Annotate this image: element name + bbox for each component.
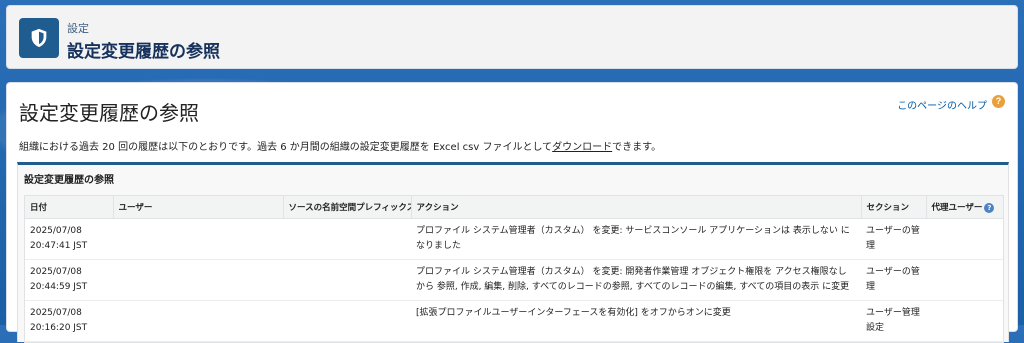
download-link[interactable]: ダウンロード — [552, 142, 612, 153]
history-section: 設定変更履歴の参照 日付 ユーザー ソースの名前空間プレフィックス アクション … — [17, 162, 1009, 343]
content-panel: 設定変更履歴の参照 このページのヘルプ ? 組織における過去 20 回の履歴は以… — [6, 82, 1018, 343]
action-cell: [拡張プロファイルユーザーインターフェースを有効化] をオフからオンに変更 — [411, 300, 861, 342]
action-cell: プロファイル システム管理者（カスタム） を変更: サービスコンソール アプリケ… — [411, 218, 861, 260]
date-cell: 2025/07/08 20:16:20 JST — [25, 300, 113, 342]
delegate-cell — [926, 300, 1003, 342]
row-time: 20:47:41 JST — [30, 241, 88, 251]
description-text: 組織における過去 20 回の履歴は以下のとおりです。過去 6 か月間の組織の設定… — [19, 142, 553, 153]
table-row: 2025/07/08 20:16:20 JST [拡張プロファイルユーザーインター… — [25, 300, 1003, 342]
shield-icon — [19, 18, 59, 58]
namespace-cell — [283, 300, 411, 342]
column-header-user: ユーザー — [113, 196, 284, 219]
column-header-action: アクション — [411, 196, 862, 219]
help-link[interactable]: このページのヘルプ — [897, 97, 987, 112]
date-cell: 2025/07/08 20:44:59 JST — [25, 259, 113, 301]
page-header: 設定 設定変更履歴の参照 — [6, 5, 1018, 69]
page-title: 設定変更履歴の参照 — [19, 101, 199, 125]
table-header-row: 日付 ユーザー ソースの名前空間プレフィックス アクション セクション 代理ユー… — [25, 196, 1003, 219]
namespace-cell — [283, 218, 411, 260]
row-time: 20:44:59 JST — [30, 282, 88, 292]
column-header-delegate: 代理ユーザー? — [926, 196, 1003, 219]
row-date: 2025/07/08 — [30, 308, 82, 318]
description-text-end: できます。 — [612, 142, 662, 153]
date-cell: 2025/07/08 20:47:41 JST — [25, 218, 113, 260]
user-cell[interactable] — [113, 218, 283, 260]
section-cell: ユーザーの管理 — [861, 218, 926, 260]
delegate-cell — [926, 259, 1003, 301]
column-header-namespace: ソースの名前空間プレフィックス — [283, 196, 412, 219]
history-table: 日付 ユーザー ソースの名前空間プレフィックス アクション セクション 代理ユー… — [24, 195, 1004, 343]
table-row: 2025/07/08 20:44:59 JST プロファイル システム管理者（カス… — [25, 259, 1003, 301]
section-cell: ユーザー管理設定 — [861, 300, 926, 342]
delegate-help-icon[interactable]: ? — [984, 202, 995, 213]
column-header-date: 日付 — [25, 196, 114, 219]
row-date: 2025/07/08 — [30, 267, 82, 277]
section-title: 設定変更履歴の参照 — [24, 175, 114, 186]
header-breadcrumb[interactable]: 設定 — [67, 20, 89, 36]
namespace-cell — [283, 259, 411, 301]
help-icon[interactable]: ? — [992, 95, 1005, 108]
user-cell[interactable] — [113, 300, 283, 342]
page-description: 組織における過去 20 回の履歴は以下のとおりです。過去 6 か月間の組織の設定… — [19, 138, 661, 153]
delegate-header-label: 代理ユーザー — [931, 203, 983, 213]
table-row: 2025/07/08 20:47:41 JST プロファイル システム管理者（カス… — [25, 218, 1003, 260]
section-cell: ユーザーの管理 — [861, 259, 926, 301]
action-cell: プロファイル システム管理者（カスタム） を変更: 開発者作業管理 オブジェクト… — [411, 259, 861, 301]
column-header-section: セクション — [861, 196, 927, 219]
header-title: 設定変更履歴の参照 — [67, 42, 220, 62]
user-cell[interactable] — [113, 259, 283, 301]
row-date: 2025/07/08 — [30, 226, 82, 236]
delegate-cell — [926, 218, 1003, 260]
